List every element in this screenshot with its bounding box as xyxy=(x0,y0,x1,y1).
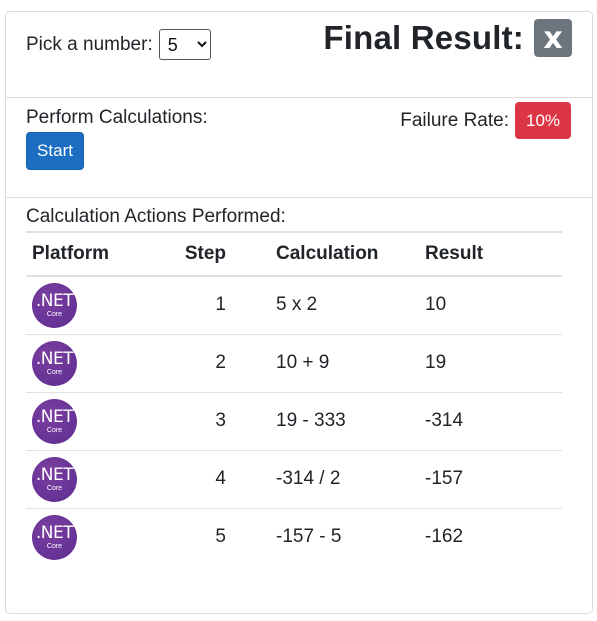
dotnet-logo-subtext: Core xyxy=(46,310,63,318)
dotnet-core-logo-icon: .NET Core xyxy=(32,456,77,502)
step-cell: 5 xyxy=(215,526,226,548)
header-platform: Platform xyxy=(26,231,166,277)
calculation-cell: 10 + 9 xyxy=(232,334,419,393)
dotnet-core-logo-icon: .NET Core xyxy=(32,282,77,328)
table-row: .NET Core 1 5 x 2 10 xyxy=(26,276,562,335)
header-step: Step xyxy=(166,231,232,277)
dotnet-logo-text: .NET xyxy=(35,406,74,427)
final-result: Final Result: x xyxy=(323,19,572,57)
platform-cell: .NET Core xyxy=(26,334,166,393)
result-cell: -162 xyxy=(425,526,464,548)
step-cell: 4 xyxy=(166,450,232,509)
result-cell: 19 xyxy=(419,334,562,393)
dotnet-logo-subtext: Core xyxy=(46,426,63,434)
dotnet-core-logo-icon: .NET Core xyxy=(32,514,77,560)
result-cell: -157 xyxy=(419,450,562,509)
header-calculation: Calculation xyxy=(232,231,419,277)
dotnet-logo-text: .NET xyxy=(35,348,74,369)
calculation-cell: 19 - 333 xyxy=(232,392,419,451)
platform-cell: .NET Core xyxy=(26,508,166,566)
table-header-row: Platform Step Calculation Result xyxy=(26,231,562,277)
number-picker: Pick a number: 5 xyxy=(26,29,211,60)
dotnet-logo-subtext: Core xyxy=(46,542,63,550)
final-result-title: Final Result: xyxy=(323,19,524,56)
perform-calculations-label: Perform Calculations: xyxy=(26,107,208,128)
failure-rate-label: Failure Rate: xyxy=(400,109,509,131)
calculation-cell: 5 x 2 xyxy=(232,276,419,335)
platform-cell: .NET Core xyxy=(26,276,166,335)
calculation-cell: -314 / 2 xyxy=(232,450,419,509)
number-select[interactable]: 5 xyxy=(158,29,211,60)
step-cell: 2 xyxy=(166,334,232,393)
calculation-cell: -157 - 5 xyxy=(276,526,342,548)
platform-cell: .NET Core xyxy=(26,450,166,509)
dotnet-logo-text: .NET xyxy=(35,522,74,543)
dotnet-core-logo-icon: .NET Core xyxy=(32,340,77,386)
start-button[interactable]: Start xyxy=(26,132,84,170)
dotnet-core-logo-icon: .NET Core xyxy=(32,398,77,444)
dotnet-logo-subtext: Core xyxy=(46,368,63,376)
table-row: .NET Core 4 -314 / 2 -157 xyxy=(26,450,562,509)
table-row: .NET Core 2 10 + 9 19 xyxy=(26,334,562,393)
final-result-badge: x xyxy=(534,19,572,57)
table-row: .NET Core 3 19 - 333 -314 xyxy=(26,392,562,451)
actions-performed-label: Calculation Actions Performed: xyxy=(26,206,286,227)
dotnet-logo-subtext: Core xyxy=(46,484,63,492)
step-cell: 1 xyxy=(166,276,232,335)
platform-cell: .NET Core xyxy=(26,392,166,451)
header-result: Result xyxy=(419,231,562,277)
number-picker-label: Pick a number: xyxy=(26,33,153,55)
dotnet-logo-text: .NET xyxy=(35,290,74,311)
calculation-table-body: .NET Core 1 5 x 2 10 .NET Core 2 10 + 9 19 .NET Cor… xyxy=(26,276,562,566)
result-cell: 10 xyxy=(419,276,562,335)
table-row: .NET Core 5 -157 - 5 -162 xyxy=(26,508,562,566)
failure-rate: Failure Rate: 10% xyxy=(400,102,571,139)
failure-rate-badge: 10% xyxy=(515,102,571,139)
result-cell: -314 xyxy=(419,392,562,451)
dotnet-logo-text: .NET xyxy=(35,464,74,485)
step-cell: 3 xyxy=(166,392,232,451)
calculation-table: Platform Step Calculation Result .NET Cor… xyxy=(26,231,562,566)
